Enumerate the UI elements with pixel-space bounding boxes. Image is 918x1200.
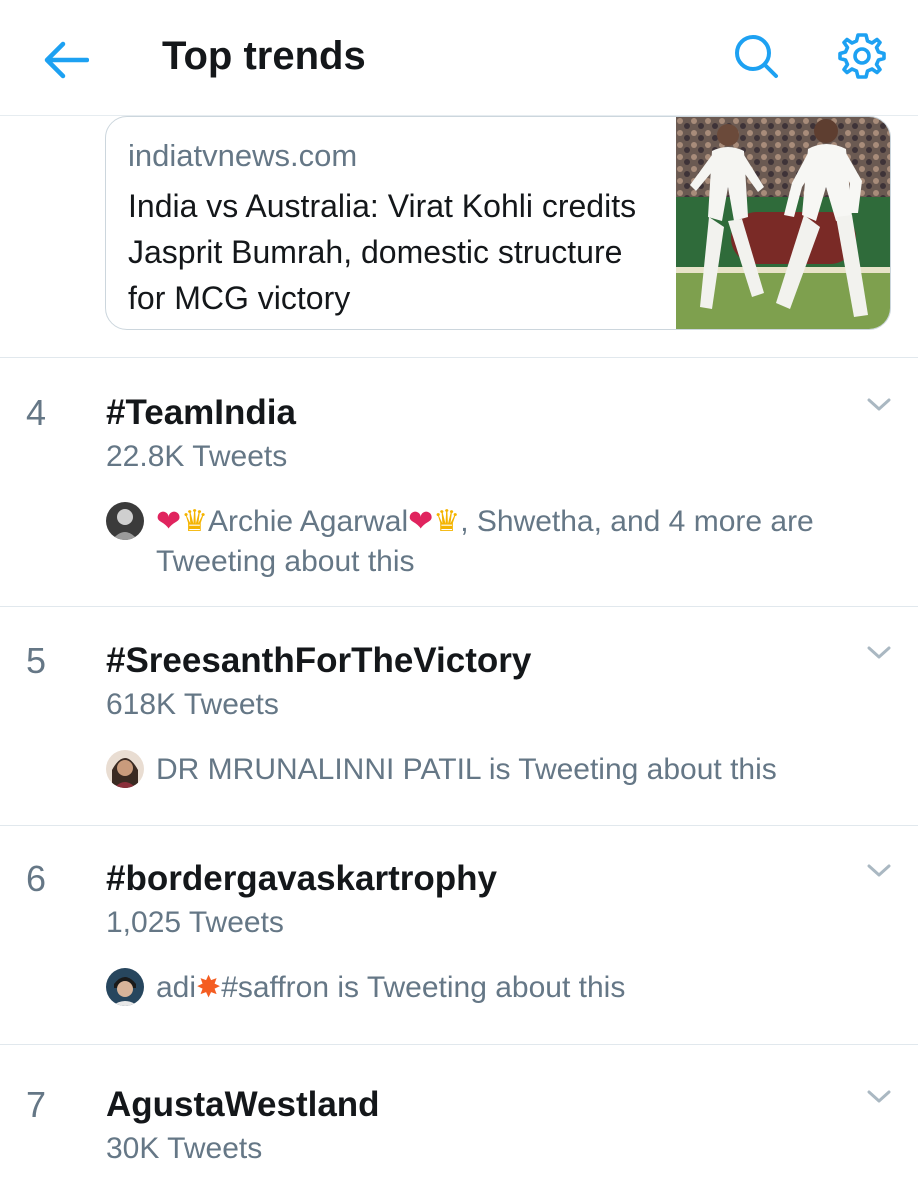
social-text: adi✸#saffron is Tweeting about this bbox=[156, 968, 896, 1008]
trend-tweet-count: 22.8K Tweets bbox=[106, 440, 288, 473]
trend-options-button[interactable] bbox=[862, 390, 896, 420]
trend-options-button[interactable] bbox=[862, 856, 896, 886]
gear-icon bbox=[838, 33, 886, 79]
trend-name: #SreesanthForTheVictory bbox=[106, 641, 532, 680]
news-card[interactable]: indiatvnews.com India vs Australia: Vira… bbox=[105, 116, 891, 330]
trend-rank: 5 bbox=[26, 640, 47, 681]
news-thumbnail bbox=[676, 117, 890, 329]
trend-rank: 6 bbox=[26, 858, 47, 899]
avatar bbox=[106, 750, 144, 788]
trend-name: AgustaWestland bbox=[106, 1085, 380, 1124]
chevron-down-icon bbox=[867, 1090, 891, 1103]
crown-icon: ♛ bbox=[181, 504, 209, 539]
back-button[interactable] bbox=[40, 34, 92, 86]
news-source: indiatvnews.com bbox=[128, 138, 358, 173]
trend-item[interactable]: 4 #TeamIndia 22.8K Tweets ❤♛Archie Agarw… bbox=[0, 390, 918, 590]
heart-icon: ❤ bbox=[156, 504, 182, 539]
page-title: Top trends bbox=[162, 34, 366, 78]
trend-name: #TeamIndia bbox=[106, 393, 296, 432]
avatar bbox=[106, 968, 144, 1006]
trend-item[interactable]: 6 #bordergavaskartrophy 1,025 Tweets adi… bbox=[0, 856, 918, 1016]
divider bbox=[0, 825, 918, 826]
heart-icon: ❤ bbox=[408, 504, 434, 539]
trend-item[interactable]: 7 AgustaWestland 30K Tweets bbox=[0, 1082, 918, 1200]
top-bar: Top trends bbox=[0, 0, 918, 116]
divider bbox=[0, 1044, 918, 1045]
crown-icon: ♛ bbox=[433, 504, 461, 539]
settings-button[interactable] bbox=[834, 28, 890, 84]
divider bbox=[0, 606, 918, 607]
trend-tweet-count: 1,025 Tweets bbox=[106, 906, 284, 939]
trend-rank: 4 bbox=[26, 392, 47, 433]
trend-tweet-count: 618K Tweets bbox=[106, 688, 279, 721]
chevron-down-icon bbox=[867, 646, 891, 659]
social-rest: #saffron is Tweeting about this bbox=[221, 971, 626, 1004]
trend-item[interactable]: 5 #SreesanthForTheVictory 618K Tweets DR… bbox=[0, 638, 918, 798]
search-button[interactable] bbox=[730, 30, 782, 82]
chevron-down-icon bbox=[867, 398, 891, 411]
search-icon bbox=[735, 35, 778, 78]
cricket-photo-image bbox=[676, 117, 890, 329]
trend-tweet-count: 30K Tweets bbox=[106, 1132, 263, 1165]
social-text: ❤♛Archie Agarwal❤♛, Shwetha, and 4 more … bbox=[156, 502, 896, 582]
chevron-down-icon bbox=[867, 864, 891, 877]
divider bbox=[0, 357, 918, 358]
social-text: DR MRUNALINNI PATIL is Tweeting about th… bbox=[156, 753, 777, 786]
trend-rank: 7 bbox=[26, 1084, 47, 1125]
trend-options-button[interactable] bbox=[862, 638, 896, 668]
news-headline: India vs Australia: Virat Kohli credits … bbox=[128, 188, 637, 316]
social-name: adi bbox=[156, 971, 197, 1004]
arrow-left-icon bbox=[44, 41, 89, 79]
collision-icon: ✸ bbox=[196, 970, 222, 1005]
avatar bbox=[106, 502, 144, 540]
trend-name: #bordergavaskartrophy bbox=[106, 859, 497, 898]
social-name: Archie Agarwal bbox=[208, 505, 409, 538]
trend-options-button[interactable] bbox=[862, 1082, 896, 1112]
